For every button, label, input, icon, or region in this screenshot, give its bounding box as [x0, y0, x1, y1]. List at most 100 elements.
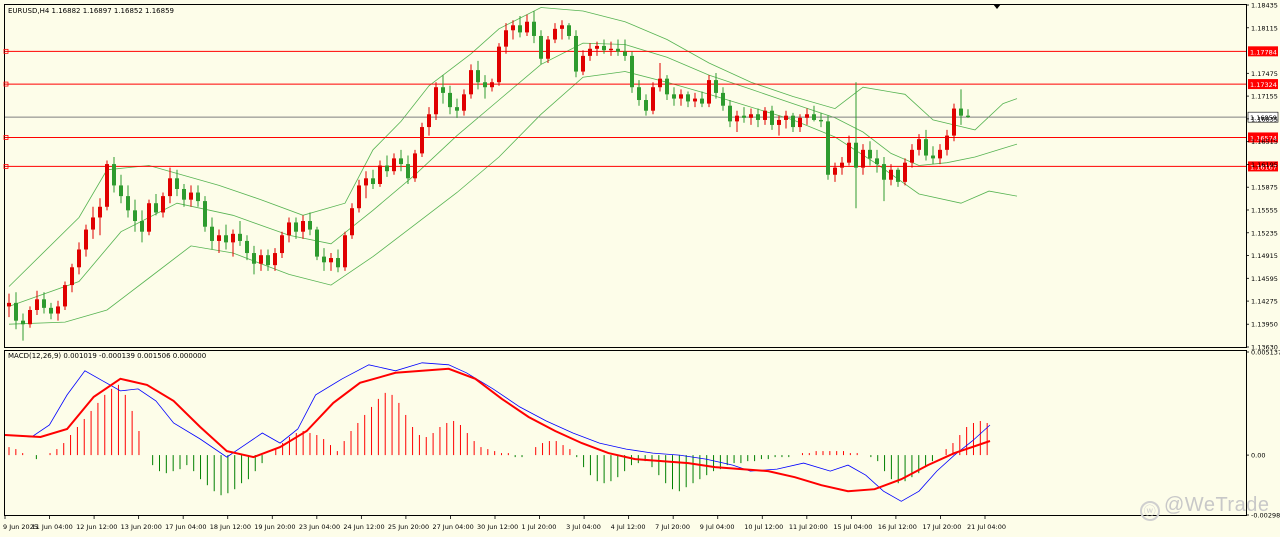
candle-body: [56, 306, 60, 314]
candle-body: [637, 87, 641, 101]
candle-body: [98, 206, 102, 218]
time-tick-label: 15 Jul 04:00: [833, 523, 872, 531]
candle-body: [371, 178, 375, 185]
candle-body: [658, 78, 662, 88]
candle-body: [805, 114, 809, 118]
candle-body: [518, 25, 522, 33]
macd-signal-line: [4, 367, 991, 493]
horizontal-levels[interactable]: [3, 48, 1246, 169]
candle-body: [119, 185, 123, 197]
price-tick-label: 1.15875: [1251, 184, 1278, 192]
candle-body: [595, 45, 599, 49]
candles: [7, 11, 970, 341]
candle-body: [581, 55, 585, 72]
candle-body: [231, 233, 235, 243]
price-tick-label: 1.16515: [1251, 138, 1278, 146]
time-tick-label: 9 Jul 04:00: [700, 523, 735, 531]
candle-body: [630, 55, 634, 88]
candle-body: [301, 221, 305, 232]
candle-body: [728, 105, 732, 122]
candle-body: [679, 94, 683, 99]
price-tick-label: 1.16195: [1251, 161, 1278, 169]
candle-body: [315, 229, 319, 257]
candle-body: [133, 210, 137, 222]
candle-body: [126, 196, 130, 211]
chart-window: 1.17784 1.17324 1.16574 1.16167 1.16859 1.184…: [0, 0, 1280, 537]
price-tick-label: 1.17155: [1251, 93, 1278, 101]
candle-body: [959, 108, 963, 116]
time-tick-label: 1 Jul 20:00: [522, 523, 557, 531]
price-tick-label: 1.13950: [1251, 321, 1278, 329]
candle-body: [399, 158, 403, 165]
candle-body: [539, 35, 543, 59]
candle-body: [168, 178, 172, 197]
candle-body: [385, 165, 389, 172]
candle-body: [707, 80, 711, 104]
candle-body: [854, 142, 858, 168]
candle-body: [497, 46, 501, 83]
candle-body: [791, 115, 795, 128]
candle-body: [350, 208, 354, 236]
candle-body: [490, 82, 494, 88]
candle-body: [511, 25, 515, 31]
time-tick-label: 17 Jul 20:00: [922, 523, 961, 531]
price-tick-label: 1.15235: [1251, 229, 1278, 237]
time-tick-label: 7 Jul 20:00: [655, 523, 690, 531]
time-axis: 9 Jun 202511 Jun 04:00 12 Jun 12:00 13 Jun…: [3, 515, 1006, 531]
macd-tick-label: 0.005137: [1251, 349, 1280, 357]
candle-body: [525, 21, 529, 33]
candle-body: [189, 192, 193, 200]
candle-body: [756, 114, 760, 120]
price-tick-label: 1.18115: [1251, 24, 1278, 32]
candle-body: [420, 127, 424, 154]
chart-title: EURUSD,H4 1.16882 1.16897 1.16852 1.1685…: [8, 7, 174, 15]
candle-body: [609, 48, 613, 51]
candle-body: [308, 221, 312, 230]
candle-body: [504, 30, 508, 47]
candle-body: [343, 235, 347, 268]
candle-body: [413, 153, 417, 179]
candle-body: [245, 240, 249, 254]
candle-body: [770, 110, 774, 125]
time-tick-label: 3 Jul 04:00: [566, 523, 601, 531]
candle-body: [217, 235, 221, 241]
candle-body: [63, 285, 67, 307]
candle-body: [840, 162, 844, 168]
level-tag-label-1: 1.17324: [1250, 81, 1277, 89]
bollinger-lower: [8, 71, 1018, 325]
candle-body: [210, 226, 214, 241]
trading-chart[interactable]: 1.177841.173241.165741.161671.168591.184…: [0, 0, 1280, 537]
candle-body: [693, 98, 697, 102]
candle-body: [238, 233, 242, 241]
candle-body: [574, 35, 578, 72]
price-tick-label: 1.16835: [1251, 115, 1278, 123]
bollinger-bands: [8, 7, 1018, 325]
candle-body: [602, 45, 606, 51]
time-tick-label: 25 Jun 20:00: [388, 523, 429, 531]
time-tick-label: 11 Jul 20:00: [789, 523, 828, 531]
candle-body: [154, 203, 158, 213]
candle-body: [105, 164, 109, 207]
candle-body: [175, 178, 179, 189]
candle-body: [784, 115, 788, 120]
candle-body: [287, 222, 291, 236]
candle-body: [406, 164, 410, 179]
candle-body: [196, 192, 200, 202]
level-tag-label-0: 1.17784: [1250, 48, 1277, 56]
candle-body: [847, 142, 851, 163]
candle-body: [721, 92, 725, 106]
candle-body: [91, 217, 95, 230]
candle-body: [735, 115, 739, 122]
candle-body: [945, 135, 949, 150]
time-tick-label: 16 Jul 12:00: [878, 523, 917, 531]
candle-body: [14, 302, 18, 321]
candle-body: [882, 164, 886, 180]
candle-body: [700, 98, 704, 104]
candle-body: [336, 258, 340, 268]
candle-body: [147, 203, 151, 232]
candle-body: [392, 158, 396, 172]
chart-shift-marker[interactable]: [993, 4, 1001, 9]
candle-body: [868, 149, 872, 159]
candle-body: [686, 94, 690, 102]
candle-body: [777, 119, 781, 125]
